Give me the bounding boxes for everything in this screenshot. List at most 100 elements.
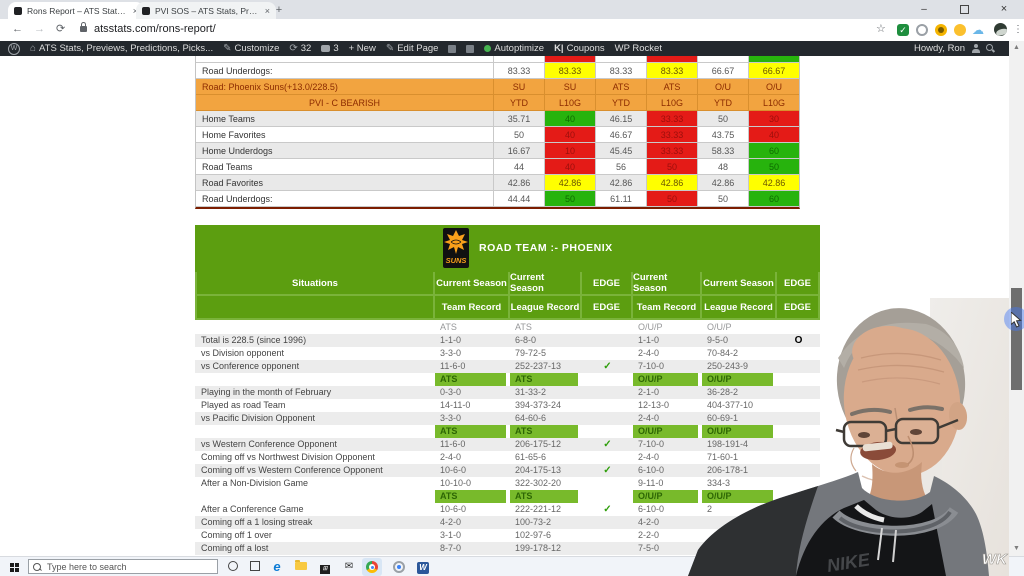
group-header-cell: ATS <box>510 373 582 386</box>
stat-cell: 40 <box>544 111 595 127</box>
admin-customize-link[interactable]: ✎ Customize <box>223 43 279 54</box>
record-cell: 100-73-2 <box>510 516 582 529</box>
search-icon[interactable] <box>986 44 995 53</box>
reload-button[interactable]: ⟳ <box>56 19 65 40</box>
record-cell: 2-4-0 <box>435 451 510 464</box>
group-header-cell: ATS <box>435 490 510 503</box>
edge-cell: ✓ <box>582 360 633 373</box>
record-cell: 3-3-0 <box>435 347 510 360</box>
column-header-cell: ATS <box>595 79 646 95</box>
window-maximize-button[interactable] <box>944 0 984 19</box>
mail-icon[interactable]: ✉ <box>342 560 356 574</box>
row-label: Home Teams <box>196 111 493 127</box>
new-tab-button[interactable]: + <box>272 3 286 17</box>
header-cell: Current Season <box>510 272 582 296</box>
edge-cell <box>582 542 633 555</box>
admin-comments-link[interactable]: 3 <box>321 43 338 54</box>
column-header-cell: YTD <box>595 95 646 111</box>
admin-wp-rocket-link[interactable]: WP Rocket <box>615 43 662 54</box>
stat-cell: 44.44 <box>493 191 544 207</box>
tab-pvi-sos[interactable]: PVI SOS – ATS Stats, Previews, P... × <box>136 2 276 19</box>
svg-text:SUNS: SUNS <box>446 256 467 265</box>
window-minimize-button[interactable]: – <box>904 0 944 19</box>
maximize-icon <box>960 5 969 14</box>
edge-icon[interactable]: e <box>270 560 284 574</box>
table-banner: SUNS ROAD TEAM :- PHOENIX <box>195 225 820 272</box>
situation-cell: Playing in the month of February <box>195 386 435 399</box>
top-table-row: Road Favorites42.8642.8642.8642.8642.864… <box>196 175 799 191</box>
admin-edit-page-link[interactable]: ✎ Edit Page <box>386 43 439 54</box>
row-label: Home Underdogs <box>196 143 493 159</box>
column-header-cell: YTD <box>493 95 544 111</box>
record-cell: 3-3-0 <box>435 412 510 425</box>
tab-close-icon[interactable]: × <box>265 6 270 16</box>
subheader-cell: ATS <box>510 320 582 334</box>
stat-cell <box>493 56 544 63</box>
situation-cell: Total is 228.5 (since 1996) <box>195 334 435 347</box>
stat-cell: 40 <box>544 127 595 143</box>
customize-icon: ✎ <box>223 43 231 54</box>
profile-avatar[interactable] <box>994 23 1007 36</box>
stat-cell: 60 <box>748 143 799 159</box>
situation-cell <box>195 425 435 438</box>
admin-updates-link[interactable]: ⟳ 32 <box>289 43 311 54</box>
scrollbar-down-icon[interactable]: ▼ <box>1009 542 1024 556</box>
record-cell: 0-3-0 <box>435 386 510 399</box>
edge-cell <box>582 347 633 360</box>
stat-cell: 42.86 <box>697 175 748 191</box>
task-view-icon[interactable] <box>248 560 262 574</box>
start-button[interactable] <box>10 563 19 572</box>
top-table-row: Road Underdogs:44.445061.11505060 <box>196 191 799 207</box>
record-cell: 8-7-0 <box>435 542 510 555</box>
extension-check-icon[interactable]: ✓ <box>897 24 909 36</box>
record-cell: 3-1-0 <box>435 529 510 542</box>
chrome-icon[interactable] <box>362 558 382 576</box>
extension-amber-icon[interactable] <box>935 24 947 36</box>
back-button[interactable]: ← <box>12 19 23 40</box>
extension-ring-icon[interactable] <box>916 24 928 36</box>
comments-count: 3 <box>333 43 338 54</box>
tab-rons-report[interactable]: Rons Report – ATS Stats, Previe... × <box>8 2 144 19</box>
stat-cell: 46.67 <box>595 127 646 143</box>
stat-cell <box>544 56 595 63</box>
situation-cell: Coming off 1 over <box>195 529 435 542</box>
admin-new-link[interactable]: + New <box>349 43 376 54</box>
forward-button[interactable]: → <box>34 19 45 40</box>
extension-cloud-icon[interactable]: ☁ <box>972 24 984 36</box>
subheader-cell: ATS <box>435 320 510 334</box>
cortana-icon[interactable] <box>226 560 240 574</box>
scrollbar-up-icon[interactable]: ▲ <box>1009 41 1024 55</box>
word-icon[interactable]: W <box>416 560 430 574</box>
bookmark-star-icon[interactable]: ☆ <box>876 19 886 40</box>
record-cell: 322-302-20 <box>510 477 582 490</box>
page-scrollbar[interactable]: ▲ ▼ <box>1009 41 1024 556</box>
situation-cell: Coming off a lost <box>195 542 435 555</box>
browser-menu-icon[interactable]: ⋮ <box>1013 19 1023 40</box>
coupons-k-icon: K| <box>554 43 564 54</box>
taskbar-search-input[interactable]: Type here to search <box>28 559 218 574</box>
row-label: Road Underdogs: <box>196 191 493 207</box>
scrollbar-thumb[interactable] <box>1011 288 1022 390</box>
subheader-cell <box>582 320 633 334</box>
extension-amber2-icon[interactable] <box>954 24 966 36</box>
howdy-label[interactable]: Howdy, Ron <box>914 43 965 54</box>
wordpress-logo-icon[interactable]: W <box>8 43 20 55</box>
admin-plugin-icon-2[interactable] <box>466 45 474 53</box>
address-bar[interactable]: atsstats.com/rons-report/ <box>94 19 216 40</box>
header-cell: EDGE <box>582 272 633 296</box>
microsoft-store-icon[interactable]: ⊞ <box>318 560 332 574</box>
wp-rocket-label: WP Rocket <box>615 43 662 54</box>
recorder-app-icon[interactable] <box>392 560 406 574</box>
admin-site-link[interactable]: ⌂ ATS Stats, Previews, Predictions, Pick… <box>30 43 213 54</box>
file-explorer-icon[interactable] <box>294 560 308 574</box>
home-icon: ⌂ <box>30 43 36 54</box>
stat-cell: 50 <box>646 191 697 207</box>
window-close-button[interactable]: × <box>984 0 1024 19</box>
record-cell: 6-8-0 <box>510 334 582 347</box>
admin-autoptimize-link[interactable]: Autoptimize <box>484 43 544 54</box>
admin-coupons-link[interactable]: K| Coupons <box>554 43 605 54</box>
admin-plugin-icon-1[interactable] <box>448 45 456 53</box>
column-header-cell: L10G <box>646 95 697 111</box>
stat-cell: 45.45 <box>595 143 646 159</box>
edge-cell: ✓ <box>582 503 633 516</box>
